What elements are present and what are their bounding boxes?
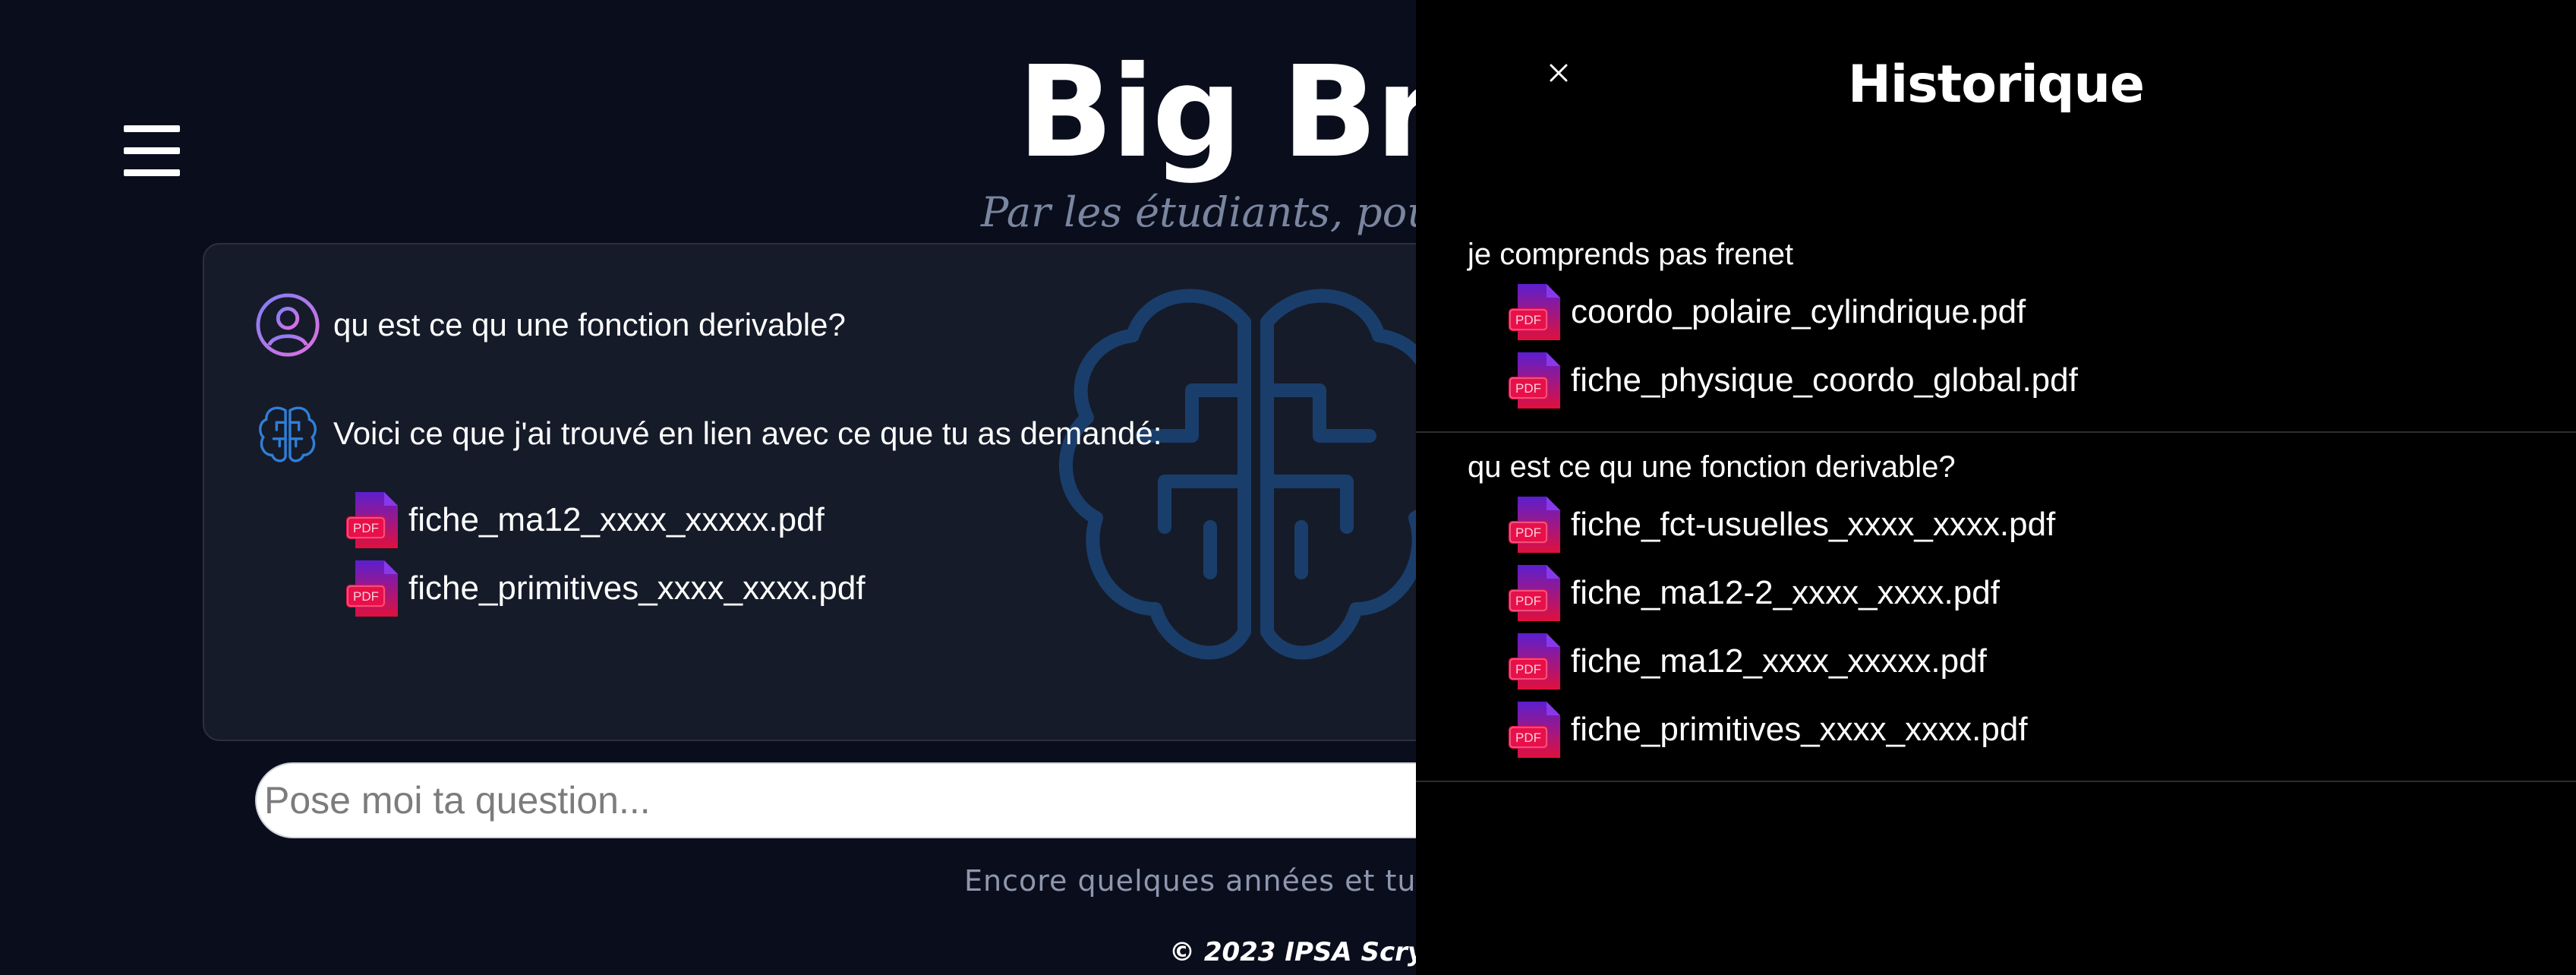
bot-message: Voici ce que j'ai trouvé en lien avec ce… bbox=[254, 400, 1162, 467]
file-name[interactable]: fiche_fct-usuelles_xxxx_xxxx.pdf bbox=[1571, 506, 2055, 544]
file-item[interactable]: fiche_ma12-2_xxxx_xxxx.pdf bbox=[1507, 559, 2576, 627]
history-file-list: coordo_polaire_cylindrique.pdf fiche_phy… bbox=[1416, 278, 2576, 415]
file-name[interactable]: fiche_ma12_xxxx_xxxxx.pdf bbox=[1571, 642, 1987, 680]
user-message-text: qu est ce qu une fonction derivable? bbox=[333, 307, 846, 342]
history-question[interactable]: je comprends pas frenet bbox=[1416, 231, 2576, 278]
file-name[interactable]: fiche_ma12-2_xxxx_xxxx.pdf bbox=[1571, 574, 2000, 612]
file-item[interactable]: fiche_primitives_xxxx_xxxx.pdf bbox=[1507, 696, 2576, 764]
history-file-list: fiche_fct-usuelles_xxxx_xxxx.pdf fiche_m… bbox=[1416, 491, 2576, 764]
brain-watermark-icon bbox=[1058, 289, 1453, 660]
result-file-list: fiche_ma12_xxxx_xxxxx.pdf fiche_primitiv… bbox=[345, 486, 865, 623]
pdf-icon bbox=[1508, 701, 1561, 759]
file-name[interactable]: fiche_ma12_xxxx_xxxxx.pdf bbox=[408, 501, 825, 539]
file-name[interactable]: fiche_primitives_xxxx_xxxx.pdf bbox=[408, 570, 865, 607]
file-item[interactable]: fiche_primitives_xxxx_xxxx.pdf bbox=[345, 554, 865, 623]
brain-icon bbox=[259, 406, 317, 462]
question-input[interactable] bbox=[255, 762, 1546, 838]
file-item[interactable]: fiche_ma12_xxxx_xxxxx.pdf bbox=[1507, 627, 2576, 696]
pdf-icon bbox=[1508, 564, 1561, 622]
pdf-icon bbox=[1508, 633, 1561, 690]
file-name[interactable]: coordo_polaire_cylindrique.pdf bbox=[1571, 293, 2026, 331]
user-avatar-icon bbox=[256, 293, 320, 357]
history-list: je comprends pas frenet coordo_polaire_c… bbox=[1416, 220, 2576, 782]
file-item[interactable]: fiche_physique_coordo_global.pdf bbox=[1507, 346, 2576, 415]
pdf-icon bbox=[1508, 496, 1561, 554]
history-item[interactable]: je comprends pas frenet coordo_polaire_c… bbox=[1416, 220, 2576, 433]
history-panel: Historique je comprends pas frenet coord… bbox=[1416, 0, 2576, 975]
bot-message-text: Voici ce que j'ai trouvé en lien avec ce… bbox=[333, 415, 1162, 451]
file-name[interactable]: fiche_physique_coordo_global.pdf bbox=[1571, 361, 2078, 399]
history-item[interactable]: qu est ce qu une fonction derivable? fic… bbox=[1416, 433, 2576, 782]
pdf-icon bbox=[1508, 352, 1561, 409]
history-title: Historique bbox=[1848, 55, 2145, 115]
hamburger-menu-icon[interactable] bbox=[124, 125, 180, 176]
history-question[interactable]: qu est ce qu une fonction derivable? bbox=[1416, 443, 2576, 491]
pdf-icon bbox=[1508, 283, 1561, 341]
file-item[interactable]: fiche_fct-usuelles_xxxx_xxxx.pdf bbox=[1507, 491, 2576, 559]
copyright: © 2023 IPSA Scrypt bbox=[1169, 937, 1455, 967]
user-message: qu est ce qu une fonction derivable? bbox=[254, 292, 846, 358]
pdf-icon bbox=[345, 491, 399, 549]
file-item[interactable]: fiche_ma12_xxxx_xxxxx.pdf bbox=[345, 486, 865, 554]
file-name[interactable]: fiche_primitives_xxxx_xxxx.pdf bbox=[1571, 711, 2028, 749]
file-item[interactable]: coordo_polaire_cylindrique.pdf bbox=[1507, 278, 2576, 346]
pdf-icon bbox=[345, 560, 399, 617]
chat-box: qu est ce qu une fonction derivable? Voi… bbox=[203, 243, 1496, 741]
